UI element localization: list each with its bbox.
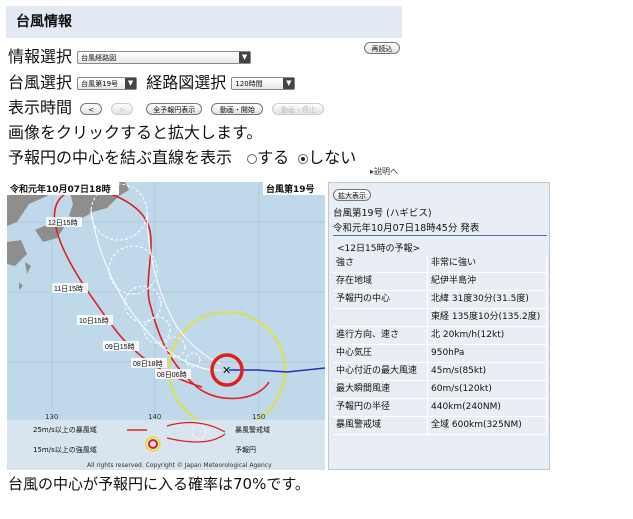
- table-value: 北 20km/h(12kt): [427, 326, 547, 345]
- table-row: 東経 135度10分(135.2度): [333, 308, 547, 327]
- table-row: 中心気圧 950hPa: [333, 344, 547, 363]
- panel-typhoon-title: 台風第19号 (ハギビス): [333, 208, 432, 219]
- table-row: 存在地域 紀伊半島沖: [333, 272, 547, 291]
- map-copyright: All rights reserved. Copyright © Japan M…: [87, 462, 272, 469]
- table-row: 最大瞬間風速 60m/s(120kt): [333, 380, 547, 399]
- zoom-hint: 画像をクリックすると拡大します。: [8, 123, 263, 142]
- time-label: 08日06時: [157, 371, 187, 379]
- info-select-label: 情報選択: [8, 47, 73, 66]
- table-value: 45m/s(85kt): [427, 362, 547, 381]
- legend-storm-area: 25m/s以上の暴風域: [33, 425, 97, 434]
- route-select-label: 経路図選択: [146, 73, 227, 92]
- line-option-on-radio[interactable]: [247, 153, 258, 164]
- line-option-off-label[interactable]: しない: [308, 148, 356, 167]
- lon-tick: 140: [148, 413, 161, 421]
- time-label: 12日15時: [48, 219, 78, 227]
- line-option-off-radio[interactable]: [298, 153, 309, 164]
- lon-tick: 150: [252, 413, 265, 421]
- table-value: 紀伊半島沖: [427, 272, 547, 291]
- table-value: 60m/s(120kt): [427, 380, 547, 399]
- chevron-down-icon: ▼: [239, 52, 251, 63]
- panel-issued: 令和元年10月07日18時45分 発表: [333, 223, 480, 234]
- table-row: 中心付近の最大風速 45m/s(85kt): [333, 362, 547, 381]
- display-time-label: 表示時間: [8, 98, 73, 117]
- show-all-circles-button[interactable]: 全予報円表示: [146, 102, 203, 115]
- enlarge-button[interactable]: 拡大表示: [333, 189, 371, 201]
- table-key: 強さ: [333, 255, 428, 273]
- help-link-label: 説明へ: [374, 167, 399, 176]
- lon-tick: 130: [45, 413, 58, 421]
- panel-divider: [333, 235, 547, 236]
- table-row: 予報円の半径 440km(240NM): [333, 398, 547, 417]
- probability-text: 台風の中心が予報円に入る確率は70%です。: [8, 475, 310, 493]
- route-select-dropdown[interactable]: 120時間 ▼: [231, 77, 296, 90]
- forecast-table: 強さ 非常に強い 存在地域 紀伊半島沖 予報円の中心 北緯 31度30分(31.5度)…: [333, 255, 547, 435]
- time-label: 10日15時: [79, 317, 109, 325]
- lon-ticks: 130 140 150: [45, 413, 265, 421]
- line-option-on-label[interactable]: する: [257, 148, 289, 167]
- table-row: 予報円の中心 北緯 31度30分(31.5度): [333, 290, 547, 309]
- map-timestamp: 令和元年10月07日18時: [9, 183, 111, 195]
- land: [7, 182, 129, 290]
- table-value: 440km(240NM): [427, 398, 547, 417]
- chevron-down-icon: ▼: [125, 78, 137, 89]
- typhoon-track-map[interactable]: ✕ 12日15時 11日15時 10日15時 09日15時 08日18時 08日…: [7, 182, 325, 470]
- table-key: [333, 308, 428, 327]
- legend-forecast-circle: 予報円: [235, 446, 256, 454]
- line-option-label: 予報円の中心を結ぶ直線を表示: [8, 148, 233, 167]
- time-label: 11日15時: [54, 285, 83, 293]
- next-button[interactable]: >: [111, 102, 134, 115]
- chevron-down-icon: ▼: [283, 78, 295, 89]
- reload-button[interactable]: 再読込: [364, 42, 400, 54]
- table-row: 強さ 非常に強い: [333, 255, 547, 273]
- table-key: 最大瞬間風速: [333, 380, 428, 399]
- typhoon-select-label: 台風選択: [8, 73, 73, 92]
- typhoon-select-value: 台風第19号: [81, 80, 119, 88]
- table-value: 東経 135度10分(135.2度): [427, 308, 547, 327]
- table-key: 予報円の半径: [333, 398, 428, 417]
- typhoon-info-panel: 拡大表示 台風第19号 (ハギビス) 令和元年10月07日18時45分 発表 <…: [328, 182, 550, 470]
- route-select-value: 120時間: [235, 80, 263, 88]
- display-time-row: 表示時間 < > 全予報円表示 動画・開始 動画・停止: [8, 94, 325, 118]
- typhoon-center-icon: ✕: [222, 364, 231, 377]
- typhoon-select-row: 台風選択 台風第19号 ▼ 経路図選択 120時間 ▼: [8, 69, 296, 93]
- legend-storm-warning: 暴風警戒域: [235, 425, 270, 434]
- forecast-circles: [90, 183, 201, 368]
- table-row: 暴風警戒域 全域 600km(325NM): [333, 416, 547, 435]
- table-key: 存在地域: [333, 272, 428, 291]
- track-map-svg: ✕ 12日15時 11日15時 10日15時 09日15時 08日18時 08日…: [7, 182, 325, 470]
- map-typhoon-name: 台風第19号: [266, 183, 315, 195]
- table-key: 予報円の中心: [333, 290, 428, 309]
- legend-gale-area: 15m/s以上の強風域: [33, 445, 97, 454]
- info-select-row: 情報選択 台風経路図 ▼: [8, 43, 252, 67]
- table-key: 進行方向、速さ: [333, 326, 428, 345]
- typhoon-select-dropdown[interactable]: 台風第19号 ▼: [77, 77, 138, 90]
- forecast-header: <12日15時の予報>: [337, 244, 420, 254]
- table-value: 全域 600km(325NM): [427, 416, 547, 435]
- time-label: 08日18時: [133, 360, 163, 368]
- table-value: 北緯 31度30分(31.5度): [427, 290, 547, 309]
- page-header: 台風情報: [6, 6, 402, 38]
- info-select-dropdown[interactable]: 台風経路図 ▼: [77, 51, 252, 64]
- table-value: 950hPa: [427, 344, 547, 363]
- animate-start-button[interactable]: 動画・開始: [211, 102, 264, 115]
- prev-button[interactable]: <: [80, 102, 103, 115]
- table-key: 中心付近の最大風速: [333, 362, 428, 381]
- table-key: 中心気圧: [333, 344, 428, 363]
- info-select-value: 台風経路図: [81, 54, 117, 62]
- table-value: 非常に強い: [427, 255, 547, 273]
- animate-stop-button[interactable]: 動画・停止: [272, 102, 325, 115]
- table-row: 進行方向、速さ北 20km/h(12kt): [333, 326, 547, 345]
- table-key: 暴風警戒域: [333, 416, 428, 435]
- help-link[interactable]: ▸説明へ: [370, 166, 398, 177]
- line-option-row: 予報円の中心を結ぶ直線を表示 する しない: [8, 144, 356, 168]
- time-label: 09日15時: [105, 343, 135, 351]
